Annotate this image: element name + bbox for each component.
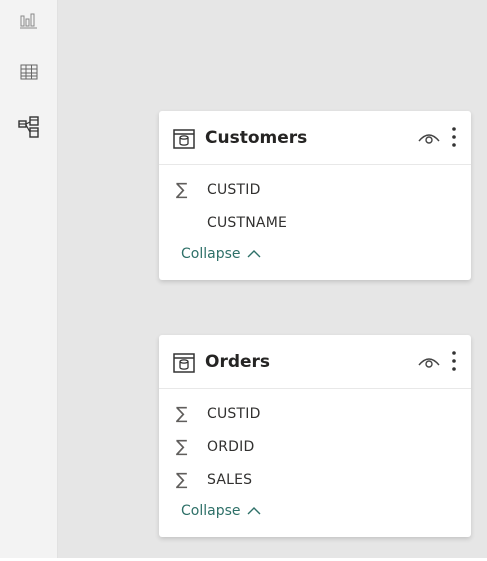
table-card-header[interactable]: Orders: [159, 335, 471, 389]
sigma-icon: ∑: [176, 470, 188, 490]
table-icon: [173, 353, 195, 373]
report-view-button[interactable]: [14, 4, 44, 34]
table-card-orders[interactable]: Orders ∑ CUSTID ∑ ORDID ∑ SALES Collapse: [159, 335, 471, 537]
table-icon: [173, 129, 195, 149]
field-list: ∑ CUSTID ∑ ORDID ∑ SALES: [159, 389, 471, 497]
field-label: CUSTNAME: [207, 215, 288, 231]
field-row[interactable]: ∑ ORDID: [159, 431, 471, 464]
data-view-button[interactable]: [14, 57, 44, 87]
more-options-icon[interactable]: [449, 349, 459, 373]
chevron-up-icon: [247, 250, 260, 258]
sigma-icon: ∑: [176, 180, 188, 200]
sigma-icon: ∑: [176, 437, 188, 457]
table-card-customers[interactable]: Customers ∑ CUSTID CUSTNAME Collapse: [159, 111, 471, 280]
collapse-area: Collapse: [159, 240, 471, 280]
chevron-up-icon: [247, 507, 260, 515]
sigma-icon: ∑: [176, 404, 188, 424]
collapse-label: Collapse: [181, 503, 241, 519]
collapse-link[interactable]: Collapse: [181, 503, 261, 519]
left-nav-rail: [0, 0, 58, 561]
field-row[interactable]: CUSTNAME: [159, 207, 471, 240]
collapse-label: Collapse: [181, 246, 241, 262]
model-view-app: Customers ∑ CUSTID CUSTNAME Collapse Ord…: [0, 0, 487, 561]
model-view-button[interactable]: [14, 112, 44, 142]
model-canvas[interactable]: Customers ∑ CUSTID CUSTNAME Collapse Ord…: [58, 0, 487, 561]
model-view-icon: [18, 116, 39, 138]
table-card-header[interactable]: Customers: [159, 111, 471, 165]
field-label: CUSTID: [207, 406, 261, 422]
data-view-icon: [20, 64, 38, 80]
field-row[interactable]: ∑ CUSTID: [159, 398, 471, 431]
collapse-link[interactable]: Collapse: [181, 246, 261, 262]
visibility-eye-icon[interactable]: [417, 128, 441, 146]
field-row[interactable]: ∑ CUSTID: [159, 174, 471, 207]
more-options-icon[interactable]: [449, 125, 459, 149]
field-label: SALES: [207, 472, 253, 488]
table-title: Customers: [205, 128, 308, 148]
report-view-icon: [20, 13, 37, 29]
field-row[interactable]: ∑ SALES: [159, 464, 471, 497]
table-title: Orders: [205, 352, 271, 372]
collapse-area: Collapse: [159, 497, 471, 537]
field-label: ORDID: [207, 439, 255, 455]
field-label: CUSTID: [207, 182, 261, 198]
visibility-eye-icon[interactable]: [417, 352, 441, 370]
field-list: ∑ CUSTID CUSTNAME: [159, 165, 471, 240]
